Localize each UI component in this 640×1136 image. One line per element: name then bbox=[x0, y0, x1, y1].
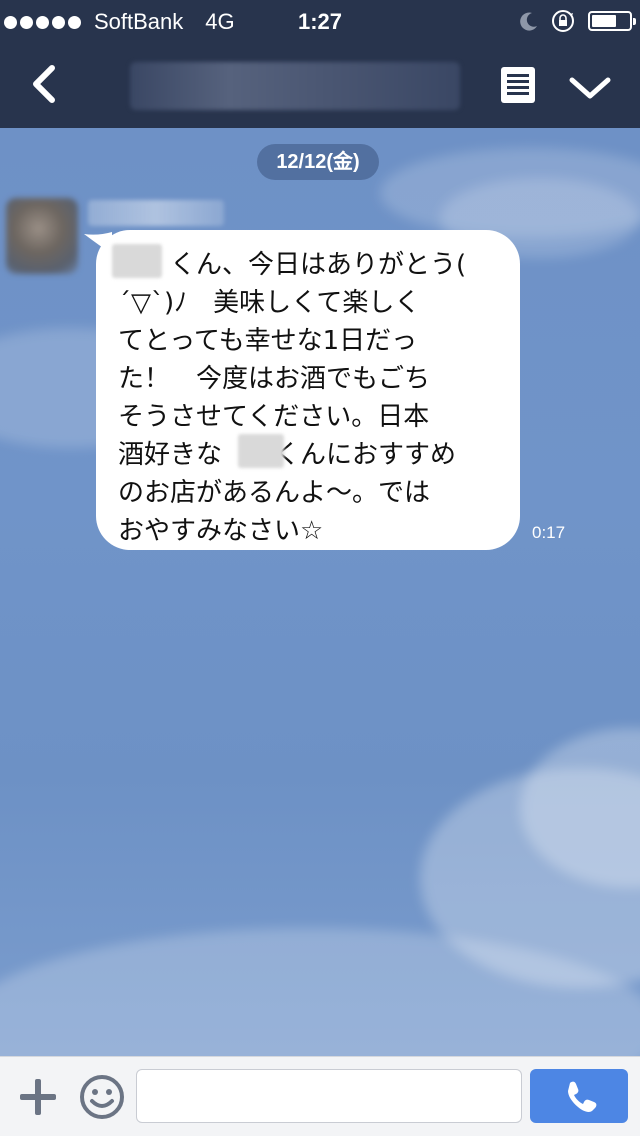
chat-area[interactable]: 12/12(金) くん、今日はありがとう( ´▽`)ﾉ 美味しくて楽しく てとっ… bbox=[0, 128, 640, 1056]
message-line: た！ 今度はお酒でもごち bbox=[118, 364, 431, 394]
sender-name-blurred bbox=[88, 200, 224, 226]
date-separator: 12/12(金) bbox=[257, 144, 379, 180]
list-menu-icon[interactable] bbox=[500, 66, 536, 104]
input-bar bbox=[0, 1056, 640, 1136]
message-time: 0:17 bbox=[532, 523, 566, 542]
chat-title-blurred bbox=[130, 62, 460, 110]
battery-icon bbox=[588, 11, 636, 31]
message-line: ´▽`)ﾉ 美味しくて楽しく bbox=[118, 288, 421, 318]
redacted-name bbox=[238, 434, 284, 468]
message-line: のお店があるんよ〜。では bbox=[118, 478, 431, 508]
status-bar: SoftBank 4G 1:27 bbox=[0, 0, 640, 40]
message-line: てとっても幸せな1日だっ bbox=[118, 326, 418, 356]
status-icons bbox=[518, 8, 636, 34]
chevron-down-icon[interactable] bbox=[566, 72, 614, 102]
message-bubble[interactable]: くん、今日はありがとう( ´▽`)ﾉ 美味しくて楽しく てとっても幸せな1日だっ… bbox=[96, 230, 520, 550]
rotation-lock-icon bbox=[552, 10, 574, 32]
moon-icon bbox=[520, 12, 537, 31]
smiley-icon[interactable] bbox=[78, 1073, 126, 1121]
chat-header bbox=[0, 40, 640, 128]
redacted-name bbox=[112, 244, 162, 278]
call-button[interactable] bbox=[530, 1069, 628, 1123]
chevron-left-icon[interactable] bbox=[24, 58, 68, 110]
phone-icon bbox=[568, 1081, 597, 1112]
message-input[interactable] bbox=[136, 1069, 522, 1123]
avatar[interactable] bbox=[6, 198, 78, 274]
message-line: そうさせてください。日本 bbox=[118, 402, 430, 432]
plus-icon[interactable] bbox=[18, 1077, 58, 1117]
message-text: くん、今日はありがとう( ´▽`)ﾉ 美味しくて楽しく てとっても幸せな1日だっ… bbox=[118, 246, 504, 550]
message-line: おやすみなさい☆ bbox=[118, 516, 324, 546]
message-line: 酒好きな くんにおすすめ bbox=[118, 440, 457, 470]
message-line: くん、今日はありがとう( bbox=[118, 250, 467, 280]
